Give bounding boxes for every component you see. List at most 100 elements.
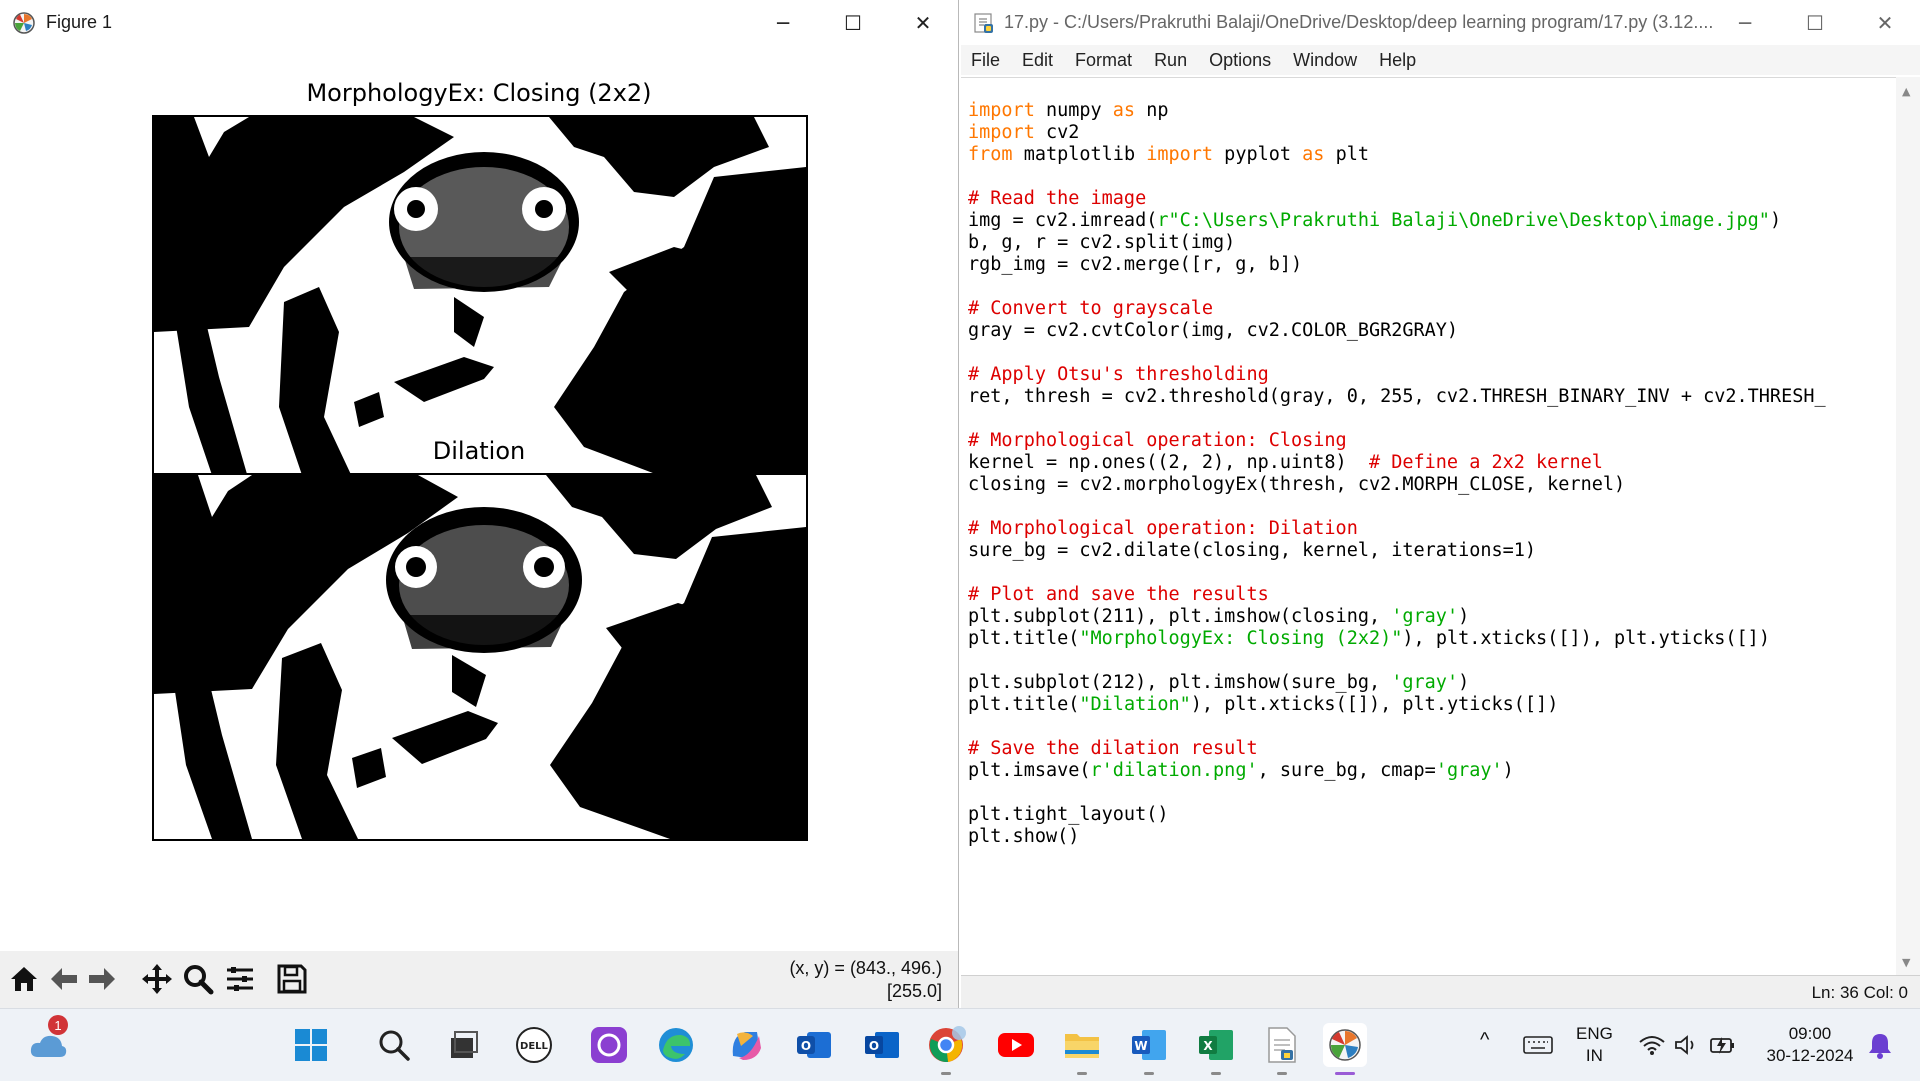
code-line: plt.imsave(r'dilation.png', sure_bg, cma… — [968, 760, 1514, 781]
outlook-icon[interactable]: O — [860, 1023, 904, 1067]
running-indicator — [1144, 1072, 1154, 1075]
svg-text:X: X — [1203, 1039, 1213, 1053]
region-code: IN — [1585, 1046, 1603, 1065]
matplotlib-logo-icon — [13, 11, 35, 34]
pan-icon[interactable] — [139, 961, 175, 997]
menu-run[interactable]: Run — [1154, 50, 1187, 71]
matplotlib-toolbar: (x, y) = (843., 496.) [255.0] — [0, 951, 958, 1008]
code-comment: # Plot and save the results — [968, 584, 1269, 605]
save-icon[interactable] — [274, 961, 310, 997]
scroll-up-icon[interactable]: ▲ — [1902, 85, 1910, 98]
code-line: import cv2 — [968, 122, 1080, 143]
menu-options[interactable]: Options — [1209, 50, 1271, 71]
code-editor[interactable]: import numpy as np import cv2 from matpl… — [961, 77, 1896, 976]
menu-help[interactable]: Help — [1379, 50, 1416, 71]
coordinate-xy: (x, y) = (843., 496.) — [789, 958, 942, 978]
menu-edit[interactable]: Edit — [1022, 50, 1053, 71]
youtube-icon[interactable] — [994, 1023, 1038, 1067]
code-comment: # Save the dilation result — [968, 738, 1258, 759]
svg-text:DELL: DELL — [520, 1041, 549, 1052]
code-line: plt.subplot(212), plt.imshow(sure_bg, 'g… — [968, 672, 1470, 693]
figure-canvas[interactable]: MorphologyEx: Closing (2x2) Dilation — [0, 45, 958, 951]
dilation-image-axes[interactable] — [152, 473, 808, 841]
running-indicator — [941, 1072, 951, 1075]
code-comment: # Convert to grayscale — [968, 298, 1214, 319]
weather-widget-icon[interactable]: 1 — [26, 1015, 70, 1067]
idle-file-icon[interactable] — [1260, 1023, 1304, 1075]
code-line: plt.show() — [968, 826, 1080, 847]
running-indicator — [1277, 1072, 1287, 1075]
code-comment: # Apply Otsu's thresholding — [968, 364, 1269, 385]
idle-titlebar[interactable]: 17.py - C:/Users/Prakruthi Balaji/OneDri… — [961, 0, 1920, 45]
code-line: closing = cv2.morphologyEx(thresh, cv2.M… — [968, 474, 1626, 495]
home-icon[interactable] — [6, 961, 42, 997]
language-indicator[interactable]: ENG IN — [1576, 1023, 1613, 1067]
battery-charging-icon[interactable] — [1701, 1023, 1745, 1067]
code-line: plt.tight_layout() — [968, 804, 1169, 825]
cortana-icon[interactable] — [587, 1023, 631, 1067]
code-line: ret, thresh = cv2.threshold(gray, 0, 255… — [968, 386, 1826, 407]
figure-titlebar[interactable]: Figure 1 ─ ☐ ✕ — [0, 0, 958, 45]
task-view-icon[interactable] — [442, 1023, 486, 1067]
copilot-icon[interactable] — [724, 1023, 768, 1067]
menu-bar: File Edit Format Run Options Window Help — [961, 45, 1920, 75]
menu-format[interactable]: Format — [1075, 50, 1132, 71]
chevron-up-icon[interactable]: ^ — [1480, 1029, 1489, 1051]
windows-start-icon[interactable] — [289, 1023, 333, 1067]
close-button[interactable]: ✕ — [888, 0, 958, 45]
menu-window[interactable]: Window — [1293, 50, 1357, 71]
coordinate-readout: (x, y) = (843., 496.) [255.0] — [789, 957, 942, 1003]
outlook-new-icon[interactable]: O — [792, 1023, 836, 1067]
figure-title: Figure 1 — [46, 12, 113, 32]
dilation-image — [154, 475, 806, 839]
figure-window: Figure 1 ─ ☐ ✕ MorphologyEx: Closing (2x… — [0, 0, 959, 1008]
forward-arrow-icon[interactable] — [84, 961, 120, 997]
search-icon[interactable] — [372, 1023, 416, 1067]
menu-file[interactable]: File — [971, 50, 1000, 71]
code-line: b, g, r = cv2.split(img) — [968, 232, 1236, 253]
code-comment: # Read the image — [968, 188, 1147, 209]
code-line: rgb_img = cv2.merge([r, g, b]) — [968, 254, 1303, 275]
closing-image-axes[interactable] — [152, 115, 808, 483]
status-bar: Ln: 36 Col: 0 — [961, 975, 1920, 1009]
minimize-button[interactable]: ─ — [748, 0, 818, 45]
back-arrow-icon[interactable] — [46, 961, 82, 997]
notification-bell-icon[interactable] — [1858, 1023, 1902, 1067]
minimize-button[interactable]: ─ — [1710, 0, 1780, 45]
cursor-position: Ln: 36 Col: 0 — [1811, 983, 1908, 1002]
close-button[interactable]: ✕ — [1850, 0, 1920, 45]
maximize-button[interactable]: ☐ — [1780, 0, 1850, 45]
code-line: plt.title("Dilation"), plt.xticks([]), p… — [968, 694, 1559, 715]
svg-text:W: W — [1134, 1039, 1147, 1053]
idle-editor-window: 17.py - C:/Users/Prakruthi Balaji/OneDri… — [961, 0, 1920, 1009]
notification-badge: 1 — [48, 1015, 68, 1035]
svg-text:O: O — [801, 1039, 811, 1053]
keyboard-icon[interactable] — [1516, 1023, 1560, 1067]
running-indicator — [1211, 1072, 1221, 1075]
code-line: from matplotlib import pyplot as plt — [968, 144, 1369, 165]
taskbar: 1 DELL O O W X ^ ENG IN 09:00 30-12-2024 — [0, 1008, 1920, 1081]
clock[interactable]: 09:00 30-12-2024 — [1756, 1023, 1864, 1067]
code-line: plt.subplot(211), plt.imshow(closing, 'g… — [968, 606, 1470, 627]
configure-subplots-icon[interactable] — [222, 961, 258, 997]
running-indicator — [1077, 1072, 1087, 1075]
edge-icon[interactable] — [654, 1023, 698, 1067]
subplot-title-closing: MorphologyEx: Closing (2x2) — [306, 79, 652, 107]
zoom-icon[interactable] — [180, 961, 216, 997]
dell-icon[interactable]: DELL — [512, 1023, 556, 1067]
closing-image — [154, 117, 806, 481]
code-line: kernel = np.ones((2, 2), np.uint8) # Def… — [968, 452, 1603, 473]
pixel-value: [255.0] — [886, 981, 942, 1001]
scroll-down-icon[interactable]: ▼ — [1902, 956, 1910, 969]
code-line: sure_bg = cv2.dilate(closing, kernel, it… — [968, 540, 1537, 561]
language-code: ENG — [1576, 1024, 1613, 1043]
excel-icon[interactable]: X — [1194, 1023, 1238, 1075]
maximize-button[interactable]: ☐ — [818, 0, 888, 45]
word-icon[interactable]: W — [1127, 1023, 1171, 1075]
clock-time: 09:00 — [1788, 1024, 1832, 1043]
chrome-icon[interactable] — [924, 1023, 968, 1075]
matplotlib-figure-icon[interactable] — [1323, 1023, 1367, 1075]
vertical-scrollbar[interactable]: ▲ ▼ — [1896, 77, 1920, 975]
clock-date: 30-12-2024 — [1766, 1046, 1854, 1065]
file-explorer-icon[interactable] — [1060, 1023, 1104, 1075]
